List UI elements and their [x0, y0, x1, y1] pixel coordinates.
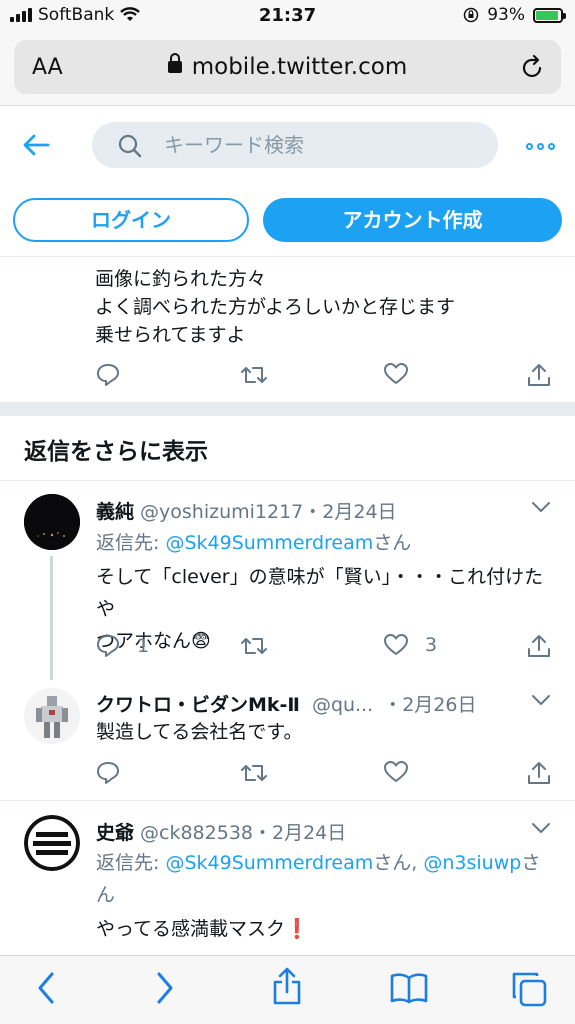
lock-icon	[167, 53, 182, 73]
forward-icon[interactable]	[153, 970, 177, 1006]
tweet-header: クワトロ・ビダンMk-Ⅱ @qu... ・2月26日	[96, 690, 476, 717]
bookmarks-icon[interactable]	[390, 972, 428, 1004]
divider	[0, 256, 575, 257]
reply-to-prefix: 返信先:	[96, 532, 166, 554]
browser-toolbar	[0, 955, 575, 1024]
reply-to-link[interactable]: @Sk49Summerdream	[165, 532, 373, 554]
status-bar: SoftBank 21:37 93%	[0, 0, 575, 34]
tweet-date[interactable]: ・2月24日	[253, 822, 346, 844]
user-handle[interactable]: @ck882538	[140, 822, 253, 844]
avatar[interactable]	[24, 688, 80, 744]
search-input[interactable]	[164, 132, 484, 158]
like-button[interactable]: 3	[383, 633, 437, 657]
reply-to: 返信先: @Sk49Summerdreamさん	[96, 527, 411, 559]
tweet-line: 乗せられてますよ	[95, 324, 246, 346]
avatar[interactable]	[24, 494, 80, 550]
reply-button[interactable]: 1	[95, 633, 149, 659]
chevron-down-icon[interactable]	[531, 693, 551, 707]
share-icon[interactable]	[526, 633, 552, 659]
tweet-line: 画像に釣られた方々	[95, 268, 267, 290]
reply-count: 1	[137, 635, 150, 657]
like-icon[interactable]	[383, 362, 409, 386]
avatar[interactable]	[24, 815, 80, 871]
orientation-lock-icon	[463, 7, 479, 23]
user-handle[interactable]: @qu...	[312, 694, 373, 716]
reload-icon[interactable]	[521, 54, 545, 80]
more-options-icon[interactable]	[526, 143, 555, 150]
display-name[interactable]: クワトロ・ビダンMk-Ⅱ	[96, 694, 300, 716]
reply-icon	[97, 635, 119, 657]
tweet-line: よく調べられた方がよろしいかと存じます	[95, 296, 456, 318]
reply-icon[interactable]	[95, 362, 121, 388]
back-icon[interactable]	[34, 970, 58, 1006]
user-handle[interactable]: @yoshizumi1217	[140, 501, 303, 523]
tweet-text: 画像に釣られた方々 よく調べられた方がよろしいかと存じます 乗せられてますよ	[95, 265, 455, 349]
tweet-actions	[95, 760, 555, 788]
tweet-date[interactable]: ・2月24日	[303, 501, 396, 523]
tabs-icon[interactable]	[510, 970, 548, 1008]
divider	[0, 480, 575, 481]
like-icon[interactable]	[383, 760, 409, 784]
section-gap	[0, 402, 575, 416]
like-icon	[384, 634, 408, 655]
reply-to-suffix: さん	[373, 532, 412, 554]
battery-icon	[533, 7, 566, 23]
like-count: 3	[425, 634, 438, 656]
reply-to-prefix: 返信先:	[96, 852, 166, 874]
retweet-icon[interactable]	[240, 760, 268, 786]
url-display[interactable]: mobile.twitter.com	[14, 53, 561, 80]
tweet-actions: 1 3	[95, 633, 555, 661]
login-button[interactable]: ログイン	[13, 198, 249, 242]
battery-percent: 93%	[487, 5, 525, 25]
tweet-text: 製造してる会社名です。	[96, 721, 303, 743]
url-text: mobile.twitter.com	[191, 54, 408, 80]
retweet-icon[interactable]	[240, 633, 268, 659]
chevron-down-icon[interactable]	[531, 821, 551, 835]
reply-to: 返信先: @Sk49Summerdreamさん, @n3siuwpさん	[96, 847, 556, 911]
auth-buttons: ログイン アカウント作成	[0, 196, 575, 246]
thread-line	[50, 556, 53, 680]
back-arrow-icon[interactable]	[22, 133, 50, 157]
retweet-icon[interactable]	[240, 362, 268, 388]
search-box[interactable]	[92, 122, 498, 168]
tweet-actions	[95, 362, 555, 390]
browser-chrome: AA mobile.twitter.com	[0, 34, 575, 106]
tweet-header: 史爺 @ck882538・2月24日	[96, 818, 346, 845]
share-icon[interactable]	[526, 760, 552, 786]
address-bar[interactable]: AA mobile.twitter.com	[14, 40, 561, 94]
display-name[interactable]: 義純	[96, 501, 134, 523]
signup-button[interactable]: アカウント作成	[263, 198, 562, 242]
tweet-text: やってる感満載マスク❗	[96, 918, 309, 940]
display-name[interactable]: 史爺	[96, 822, 134, 844]
status-right: 93%	[463, 5, 566, 25]
twitter-header	[0, 107, 575, 185]
tweet-header: 義純 @yoshizumi1217・2月24日	[96, 497, 397, 524]
reply-to-mid: さん,	[373, 852, 424, 874]
search-icon	[118, 134, 142, 158]
share-icon[interactable]	[526, 362, 552, 388]
reply-to-link[interactable]: @Sk49Summerdream	[165, 852, 373, 874]
share-icon[interactable]	[271, 966, 303, 1006]
reply-to-link[interactable]: @n3siuwp	[423, 852, 521, 874]
chevron-down-icon[interactable]	[531, 500, 551, 514]
reply-icon[interactable]	[95, 760, 121, 786]
divider	[0, 800, 575, 801]
more-replies-title: 返信をさらに表示	[24, 439, 208, 465]
tweet-date[interactable]: ・2月26日	[383, 694, 476, 716]
tweet-line: そして「clever」の意味が「賢い」・・・これ付けたや	[96, 566, 544, 620]
